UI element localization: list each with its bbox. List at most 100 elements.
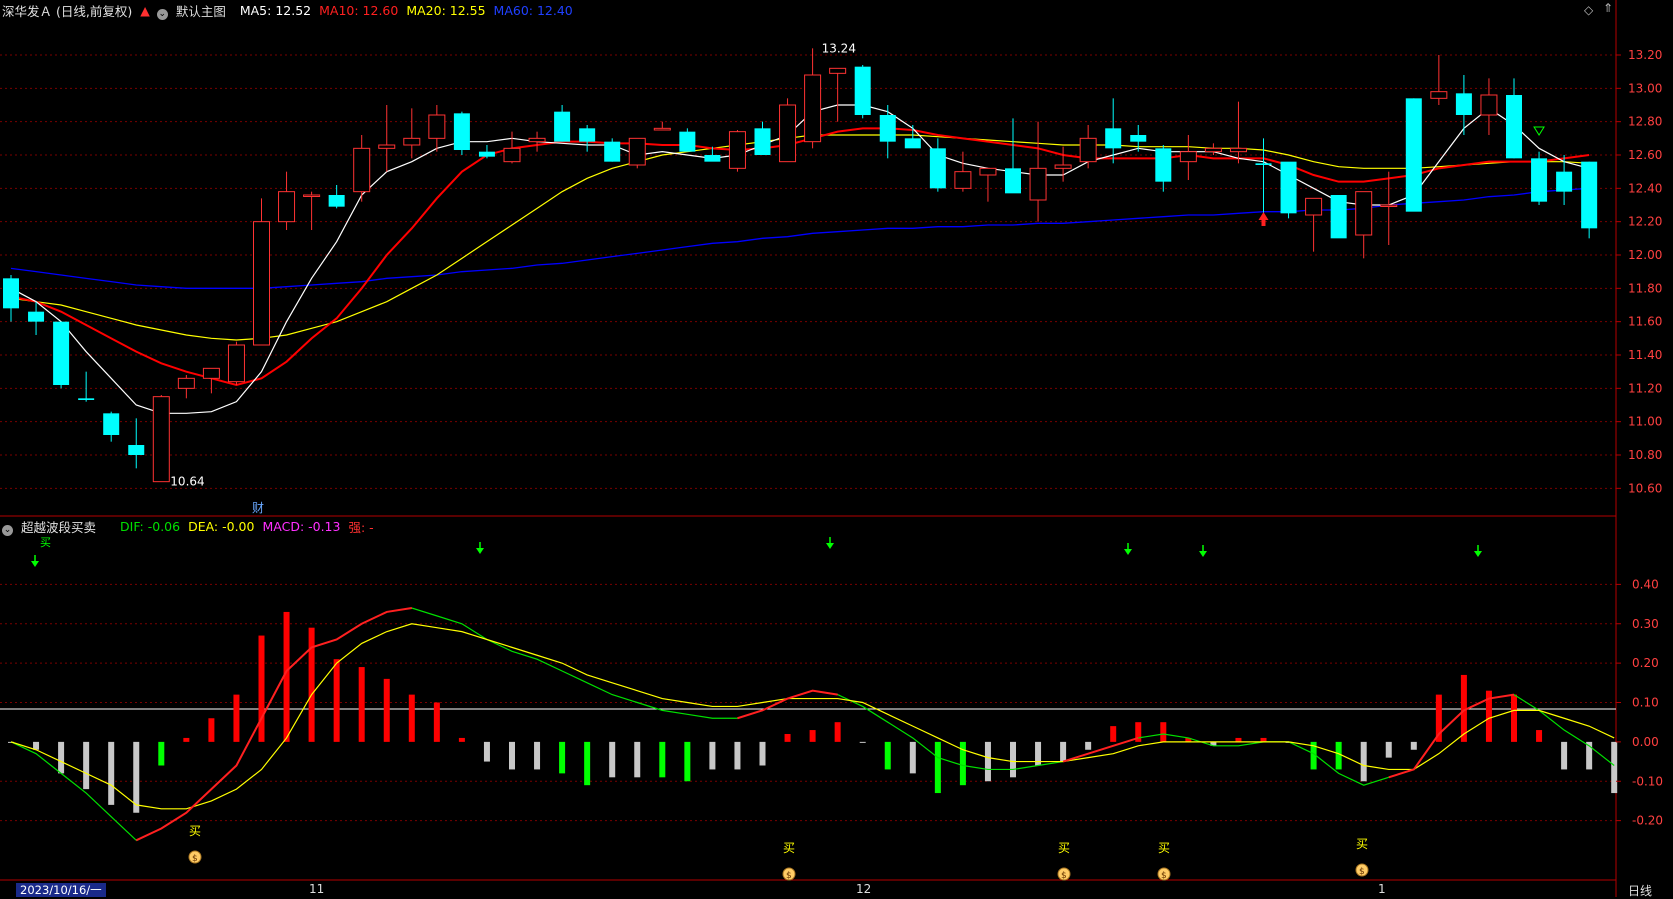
candle-body-up (227, 344, 245, 383)
macd-bar (609, 741, 616, 778)
macd-bar (584, 741, 591, 786)
price-tick-label: 11.60 (1628, 315, 1662, 329)
candle-body-up (278, 191, 296, 223)
candle-body-down (1130, 135, 1147, 142)
macd-bar (809, 730, 816, 742)
price-tick-label: 13.00 (1628, 81, 1662, 95)
price-tick-label: 12.00 (1628, 248, 1662, 262)
price-tick-label: 11.40 (1628, 348, 1662, 362)
candle-body-up (378, 144, 396, 149)
candle-body-up (653, 127, 671, 131)
down-arrow-icon (476, 548, 484, 554)
macd-bar (1010, 741, 1016, 778)
buy-signal-label: 买 (783, 841, 795, 855)
candle-body-down (1155, 148, 1172, 182)
candle-body-up (804, 74, 822, 143)
candle-body-down (1005, 168, 1021, 194)
down-arrow-icon (1199, 551, 1207, 557)
macd-bar (984, 741, 991, 782)
macd-bar (83, 741, 90, 790)
candle-body-down (854, 66, 871, 115)
candle-body-up (1480, 94, 1498, 116)
price-tick-label: 13.20 (1628, 48, 1662, 62)
buy-signal-label: 买 (189, 824, 201, 838)
macd-tick-label: -0.20 (1632, 814, 1663, 828)
ma20-line (10, 134, 1590, 341)
candle-body-down (453, 113, 470, 150)
macd-bar (458, 737, 465, 742)
ma10-line (10, 127, 1590, 387)
macd-bar (1410, 741, 1417, 750)
candle-body-up (1079, 137, 1097, 163)
money-bag-symbol: $ (1061, 871, 1067, 881)
candle-body-down (1255, 163, 1272, 165)
price-tick-label: 10.60 (1628, 481, 1662, 495)
price-tick-label: 11.80 (1628, 281, 1662, 295)
macd-bar (759, 741, 766, 766)
down-arrow-icon (1474, 551, 1482, 557)
candle-body-up (1355, 191, 1373, 236)
candle-body-down (1581, 161, 1598, 229)
macd-bar (1611, 741, 1618, 794)
candle-body-down (1556, 171, 1573, 192)
macd-bar (1160, 722, 1167, 742)
macd-bar (659, 741, 666, 778)
macd-bar (333, 659, 340, 742)
dif-line (10, 607, 1615, 842)
macd-bar (934, 741, 941, 794)
candle-body-up (403, 137, 421, 146)
macd-bar (183, 737, 190, 742)
macd-bar (1511, 694, 1517, 742)
money-bag-symbol: $ (786, 871, 792, 881)
money-bag-symbol: $ (192, 854, 198, 864)
macd-bar (534, 741, 541, 770)
candle-body-up (954, 171, 972, 189)
candle-body-down (704, 155, 721, 162)
sell-arrow-icon (1533, 126, 1545, 136)
macd-tick-label: -0.10 (1632, 774, 1663, 788)
candle-body-up (728, 131, 746, 169)
candle-body-up (829, 67, 847, 74)
money-bag-symbol: $ (1161, 871, 1167, 881)
macd-bar (1385, 741, 1392, 758)
price-tick-label: 11.00 (1628, 415, 1662, 429)
dif-strong-segment (135, 607, 412, 842)
macd-bar (734, 741, 741, 770)
macd-bar (909, 741, 916, 774)
candle-body-up (779, 104, 797, 163)
macd-bar (1110, 726, 1117, 742)
macd-bar (233, 694, 240, 742)
macd-bar (383, 678, 390, 742)
macd-bar (1536, 730, 1543, 742)
macd-bar (834, 722, 841, 742)
macd-bar (258, 635, 265, 742)
candle-body-down (328, 195, 345, 207)
macd-bar (158, 741, 165, 766)
candle-body-down (128, 445, 145, 455)
candle-body-down (929, 148, 946, 189)
macd-bar (684, 741, 691, 782)
macd-bar (559, 741, 566, 774)
buy-signal-label: 买 (1158, 841, 1170, 855)
macd-bar (1085, 741, 1092, 750)
date-label-dec: 12 (856, 882, 872, 896)
period-tab-daily[interactable]: 日线 (1628, 882, 1652, 899)
price-tick-label: 12.40 (1628, 181, 1662, 195)
macd-bar (1335, 741, 1342, 770)
candle-body-down (679, 131, 696, 152)
candle-body-down (103, 413, 120, 435)
candle-body-up (1204, 147, 1222, 153)
date-start-label: 2023/10/16/一 (16, 883, 106, 897)
candle-body-up (1380, 204, 1398, 207)
macd-bar (1060, 741, 1067, 762)
macd-bar (358, 667, 365, 742)
candle-body-up (303, 194, 321, 197)
finance-marker: 财 (252, 501, 264, 515)
candle-body-up (202, 367, 220, 379)
candle-body-up (503, 147, 521, 163)
macd-tick-label: 0.40 (1632, 577, 1659, 591)
stock-chart[interactable]: 13.20 13.00 12.80 12.60 12.40 12.20 12.00 11.80… (0, 0, 1673, 897)
candle-body-up (428, 114, 446, 139)
candle-body-down (1105, 128, 1122, 149)
macd-bar (433, 702, 440, 742)
